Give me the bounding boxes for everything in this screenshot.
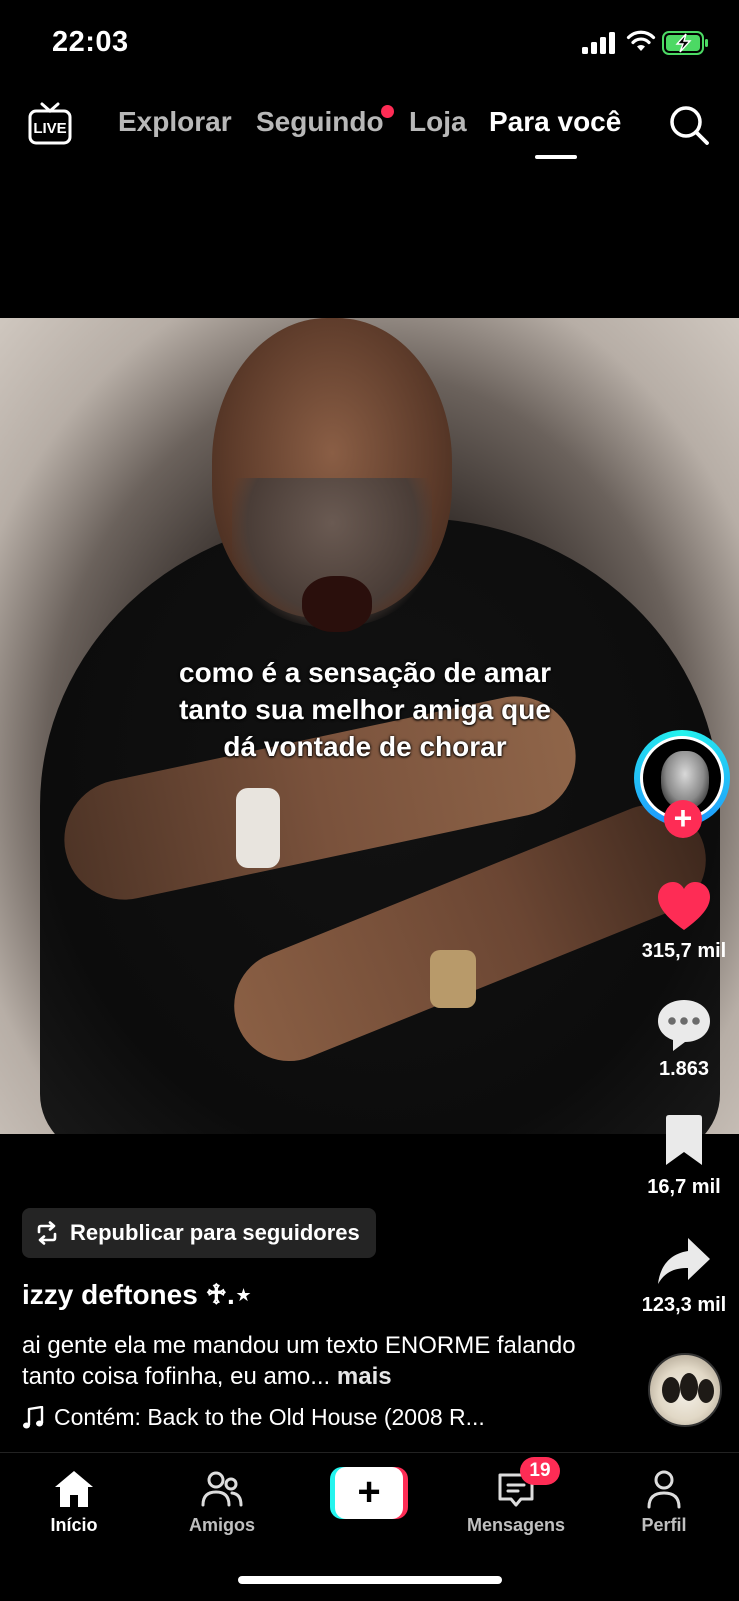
repost-button[interactable]: Republicar para seguidores	[22, 1208, 376, 1258]
repost-icon	[37, 1221, 57, 1245]
repost-label: Republicar para seguidores	[70, 1220, 360, 1245]
tab-label: Mensagens	[466, 1515, 566, 1535]
following-notification-dot	[381, 105, 394, 118]
tab-seguindo[interactable]: Seguindo	[256, 106, 384, 138]
svg-text:LIVE: LIVE	[33, 120, 66, 137]
music-disc-icon[interactable]	[648, 1353, 722, 1427]
cellular-signal-icon	[582, 32, 615, 54]
tab-label: Perfil	[641, 1515, 687, 1535]
tab-explorar[interactable]: Explorar	[118, 106, 232, 138]
search-icon[interactable]	[668, 104, 710, 146]
post-description[interactable]: ai gente ela me mandou um texto ENORME f…	[22, 1330, 602, 1392]
caption-line: tanto sua melhor amiga que	[179, 694, 551, 725]
caption-line: dá vontade de chorar	[223, 731, 507, 762]
share-arrow-icon[interactable]	[654, 1232, 714, 1292]
sound-info[interactable]: Contém: Back to the Old House (2008 R...	[22, 1404, 485, 1431]
profile-icon	[647, 1470, 681, 1509]
tab-para-voce[interactable]: Para você	[489, 106, 621, 138]
music-note-icon	[23, 1405, 44, 1428]
create-post-button[interactable]: +	[330, 1467, 408, 1519]
sound-title: Contém: Back to the Old House (2008 R...	[54, 1404, 485, 1430]
follow-button[interactable]: +	[664, 800, 702, 838]
tab-label: Início	[50, 1515, 98, 1535]
active-tab-indicator	[535, 155, 577, 159]
description-text: ai gente ela me mandou um texto ENORME f…	[22, 1332, 576, 1390]
bookmark-icon[interactable]	[658, 1114, 710, 1168]
tab-inicio[interactable]: Início	[14, 1467, 134, 1536]
video-player[interactable]: como é a sensação de amar tanto sua melh…	[0, 318, 739, 1134]
friends-icon	[201, 1471, 243, 1507]
comment-icon[interactable]	[654, 995, 714, 1055]
share-count: 123,3 mil	[641, 1294, 727, 1316]
tab-perfil[interactable]: Perfil	[604, 1467, 724, 1536]
save-count: 16,7 mil	[647, 1176, 721, 1198]
battery-charging-icon	[662, 31, 708, 55]
tab-amigos[interactable]: Amigos	[162, 1467, 282, 1536]
tab-loja[interactable]: Loja	[409, 106, 467, 138]
status-time: 22:03	[52, 26, 129, 58]
like-heart-icon[interactable]	[654, 878, 714, 938]
like-count: 315,7 mil	[641, 940, 727, 962]
more-link[interactable]: mais	[337, 1363, 392, 1390]
creator-username[interactable]: izzy deftones ♱.⋆	[22, 1278, 252, 1311]
home-icon	[55, 1471, 93, 1507]
wifi-icon	[626, 30, 656, 51]
tab-label: Amigos	[188, 1515, 255, 1535]
home-indicator[interactable]	[238, 1576, 502, 1584]
caption-line: como é a sensação de amar	[179, 657, 551, 688]
comment-count: 1.863	[658, 1058, 710, 1080]
live-tv-icon[interactable]: LIVE	[28, 102, 72, 146]
plus-icon: +	[335, 1467, 403, 1519]
messages-badge: 19	[520, 1457, 560, 1485]
video-caption: como é a sensação de amar tanto sua melh…	[140, 654, 590, 765]
